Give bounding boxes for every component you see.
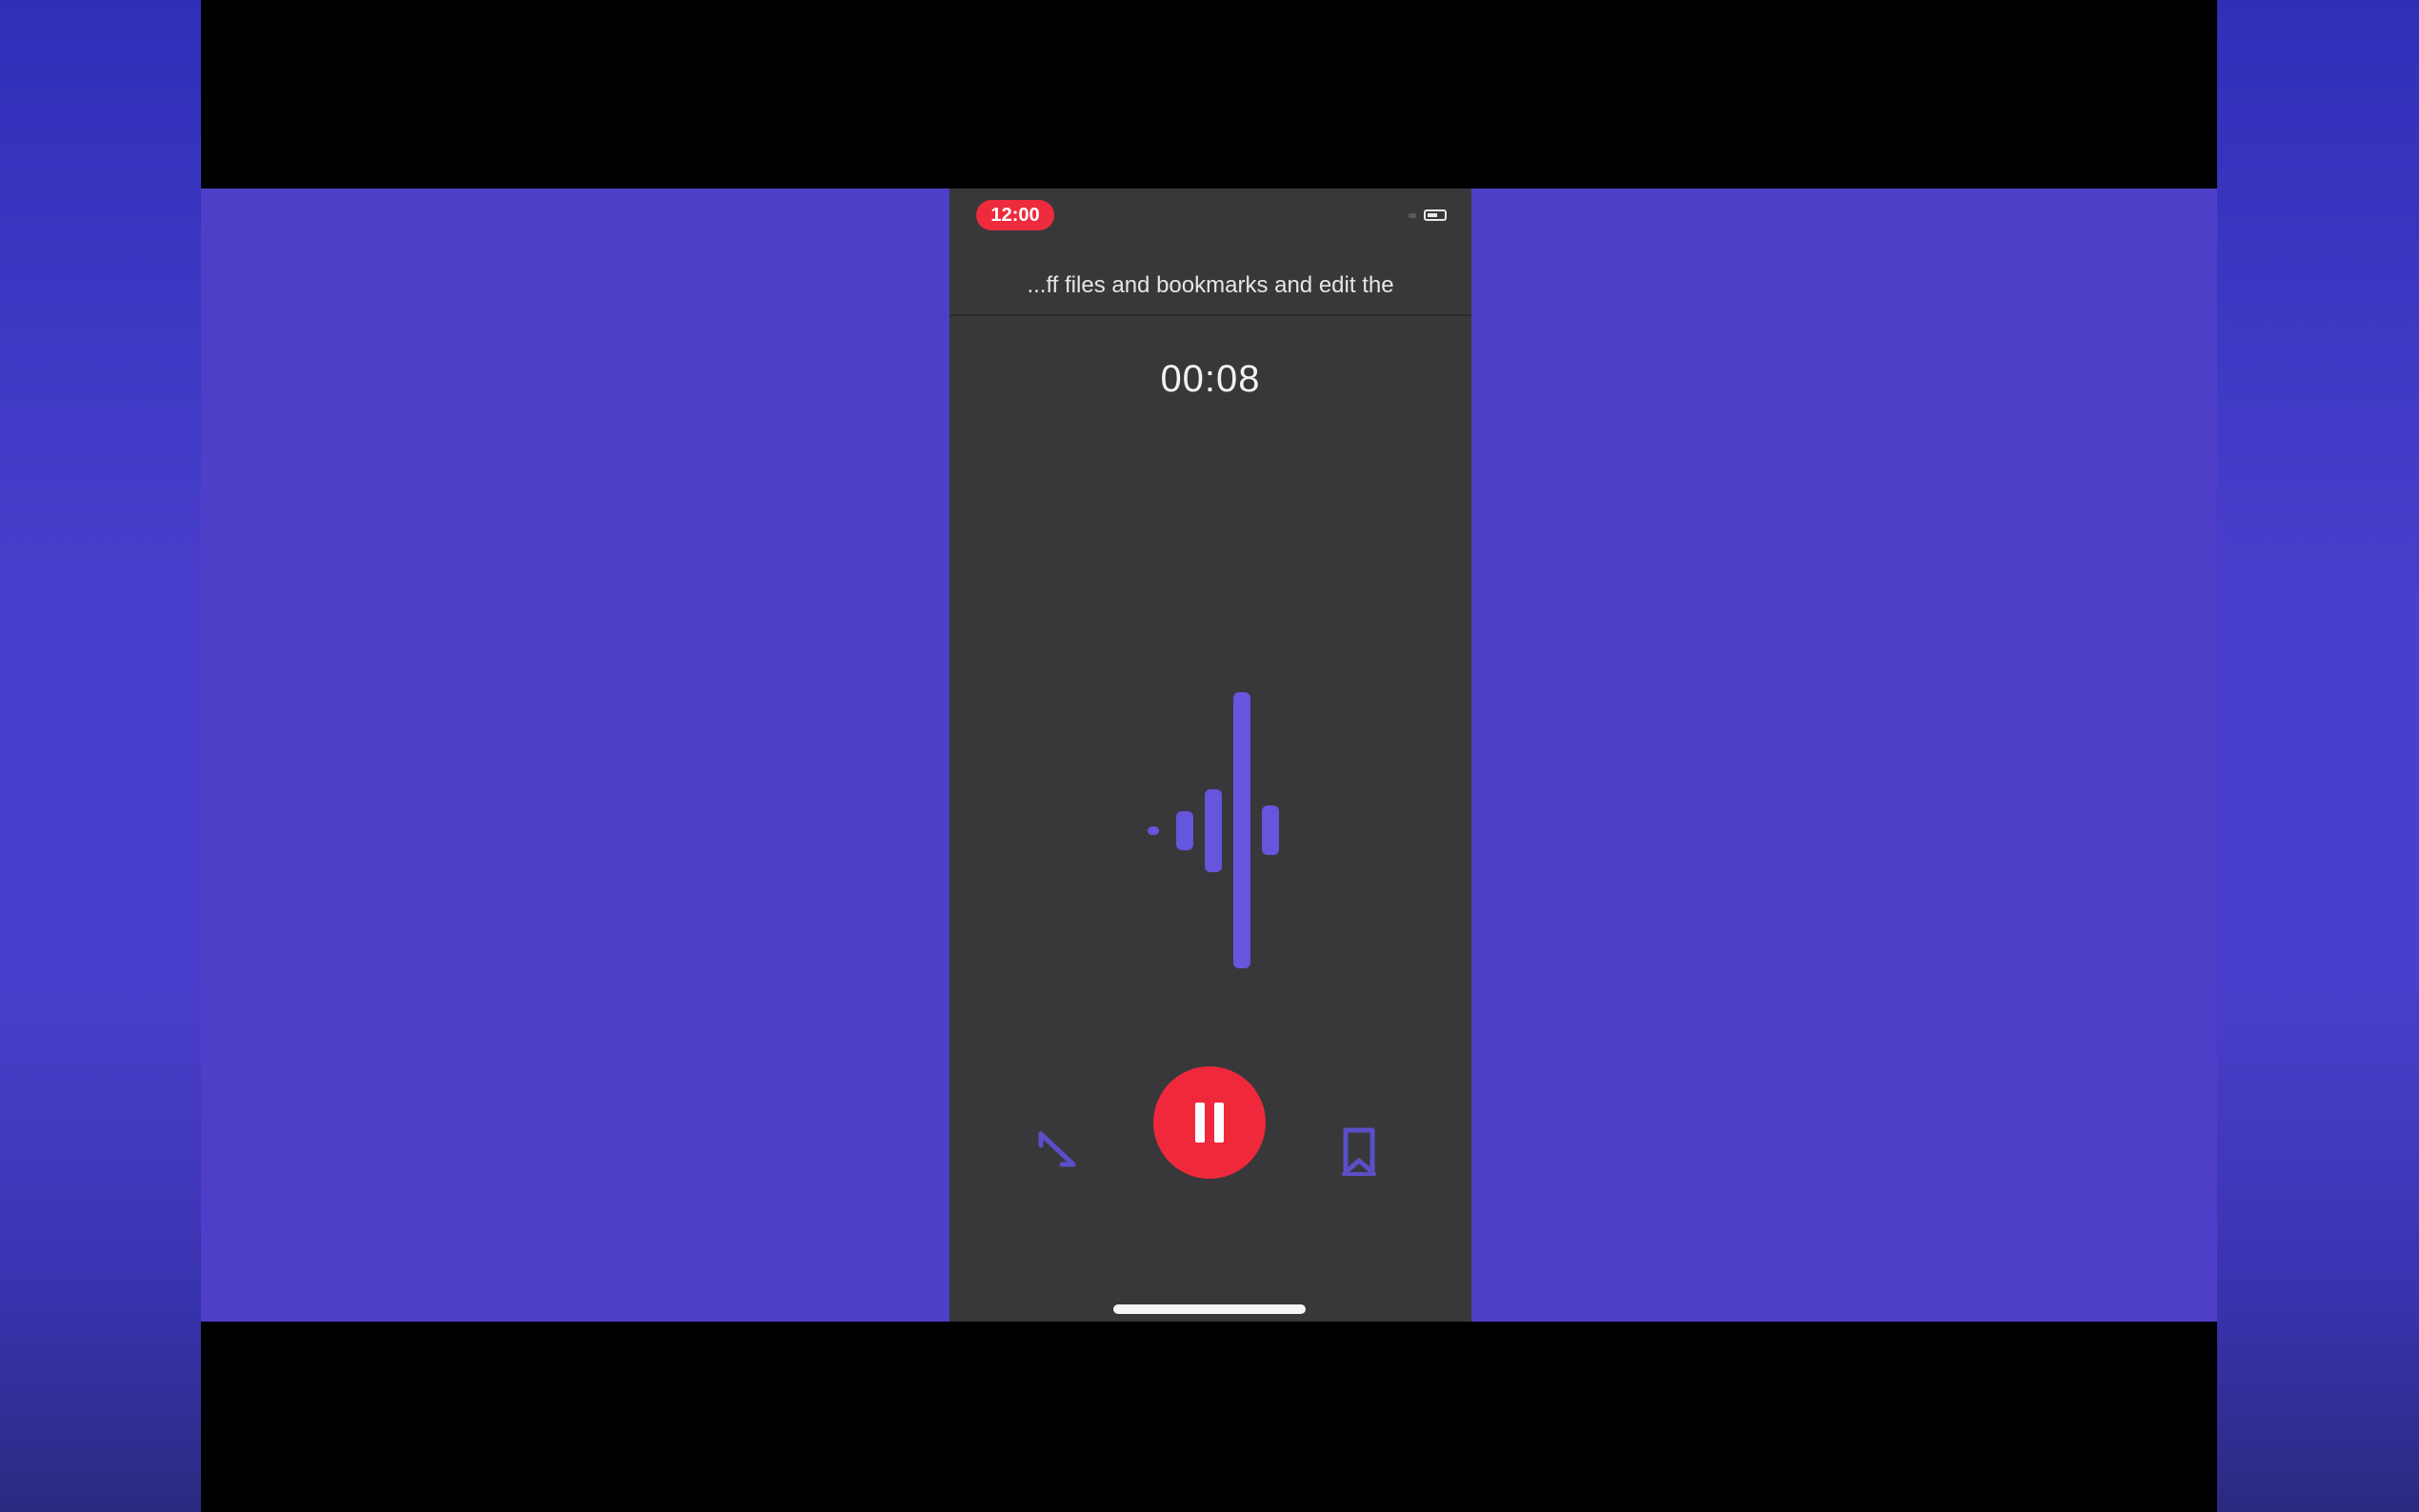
letterbox-top [201,0,2217,189]
crop-trim-icon-svg [1038,1131,1076,1167]
blurred-backdrop-left [0,0,201,1512]
bookmark-icon-svg [1342,1127,1376,1176]
letterbox-bottom [201,1322,2217,1512]
phone-screen: 12:00 ...ff files and bookmarks and edit… [950,189,1471,1322]
blurred-backdrop-right [2217,0,2419,1512]
pause-icon-bar [1214,1103,1224,1143]
waveform-bar [1233,692,1250,968]
video-frame: 12:00 ...ff files and bookmarks and edit… [0,0,2419,1512]
crop-trim-icon[interactable] [1035,1126,1079,1170]
waveform-bar [1176,810,1193,850]
waveform-bar [1205,788,1222,872]
waveform-bar [1148,826,1159,835]
waveform-bar [1262,806,1279,855]
pause-icon [1195,1103,1205,1143]
home-indicator[interactable] [1113,1304,1306,1314]
bookmark-icon[interactable] [1338,1126,1380,1176]
pause-button[interactable] [1153,1066,1266,1179]
